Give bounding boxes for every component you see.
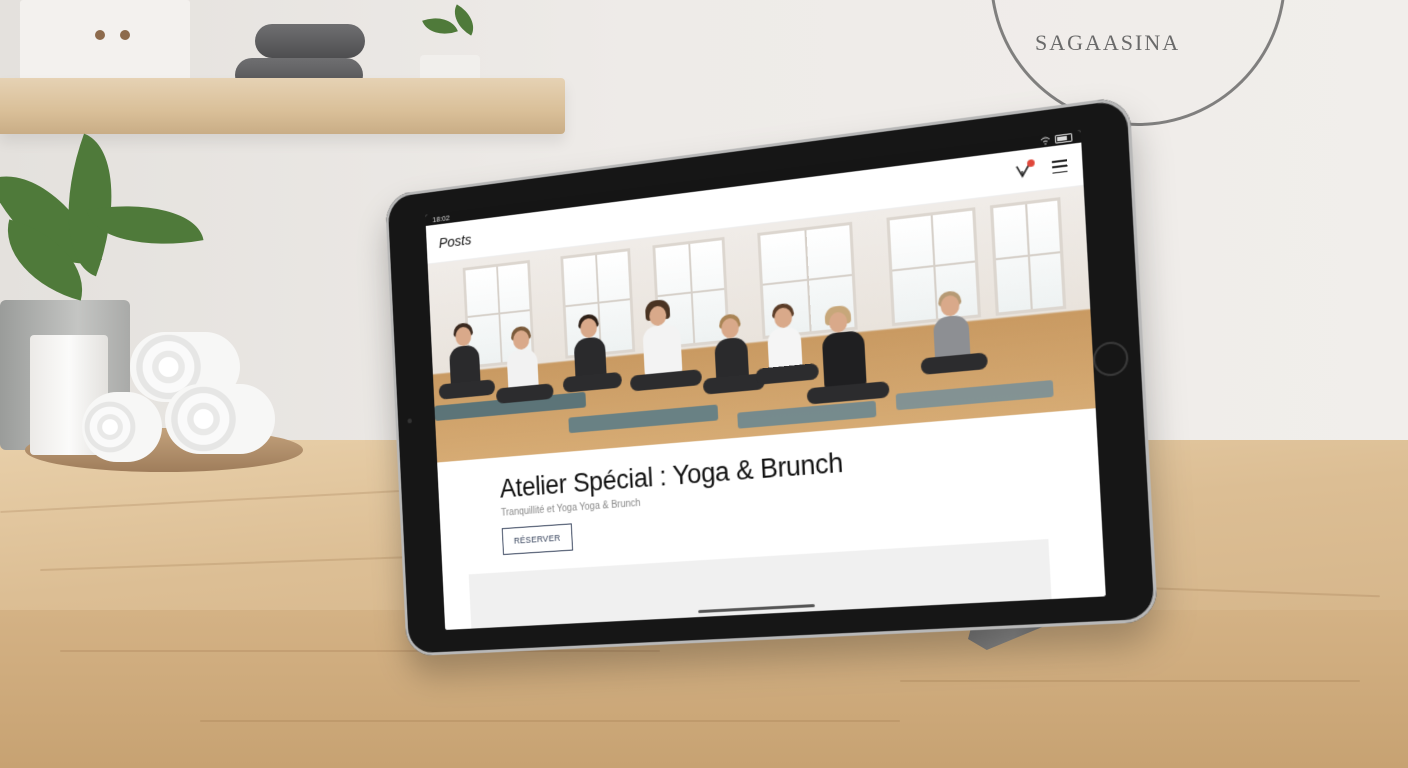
studio-window [886, 207, 981, 326]
header-actions [1013, 156, 1068, 182]
wall-logo-text: SAGAASINA [1035, 30, 1180, 56]
yoga-mat [568, 404, 718, 433]
tablet-device: 18:02 Posts Atelier Spécial: Yoga & Bru… [385, 96, 1158, 657]
page-title: Posts [438, 231, 471, 251]
yoga-mat [896, 380, 1054, 410]
studio-window [990, 197, 1066, 316]
wifi-icon [1040, 136, 1051, 146]
status-time: 18:02 [432, 213, 450, 224]
shelf-knob [120, 30, 130, 40]
battery-icon [1055, 133, 1073, 144]
home-button[interactable] [1092, 340, 1129, 377]
wall-shelf [0, 78, 565, 134]
notification-button[interactable] [1013, 160, 1033, 181]
hamburger-menu-icon[interactable] [1052, 159, 1068, 173]
rolled-towel [255, 24, 365, 58]
rolled-white-towel [82, 392, 162, 462]
front-camera [407, 418, 412, 423]
tablet-screen: 18:02 Posts Atelier Spécial: Yoga & Bru… [425, 130, 1106, 630]
next-post-card[interactable] [469, 539, 1053, 630]
shelf-box [20, 0, 190, 88]
reserve-button[interactable]: RÉSERVER [502, 523, 573, 555]
yoga-mat [737, 401, 876, 429]
notification-badge [1027, 159, 1035, 167]
rolled-white-towel [165, 384, 275, 454]
shelf-knob [95, 30, 105, 40]
